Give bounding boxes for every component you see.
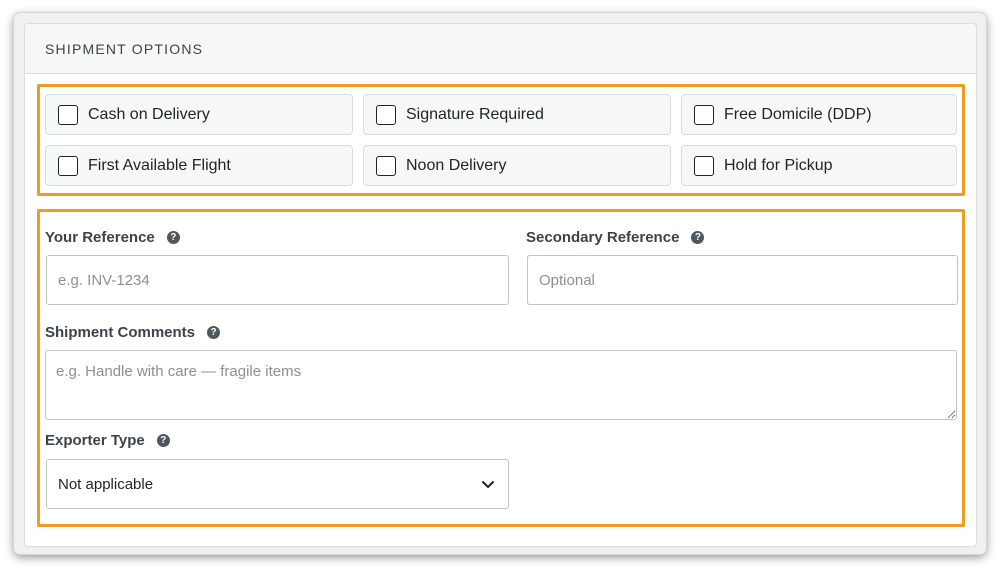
option-free-domicile[interactable]: Free Domicile (DDP) [681, 94, 957, 135]
your-reference-label: Your Reference ? [45, 229, 180, 246]
checkbox-icon[interactable] [58, 104, 78, 125]
option-first-available-flight[interactable]: First Available Flight [45, 145, 353, 186]
option-label: Noon Delivery [406, 156, 507, 174]
exporter-type-label: Exporter Type ? [45, 432, 170, 449]
option-label: First Available Flight [88, 156, 231, 174]
option-label: Cash on Delivery [88, 105, 210, 123]
your-reference-input[interactable] [46, 255, 509, 305]
shipment-comments-label-text: Shipment Comments [45, 324, 196, 341]
checkbox-icon[interactable] [694, 104, 714, 125]
option-hold-for-pickup[interactable]: Hold for Pickup [681, 145, 957, 186]
panel-title: SHIPMENT OPTIONS [45, 40, 204, 57]
shipment-options-panel: SHIPMENT OPTIONS Cash on Delivery Signat… [24, 23, 977, 547]
option-noon-delivery[interactable]: Noon Delivery [363, 145, 671, 186]
secondary-reference-label-text: Secondary Reference [526, 229, 680, 246]
checkbox-icon[interactable] [376, 155, 396, 176]
shipment-comments-label: Shipment Comments ? [45, 324, 221, 341]
your-reference-label-text: Your Reference [45, 229, 155, 246]
help-icon[interactable]: ? [207, 326, 221, 339]
exporter-type-label-text: Exporter Type [45, 432, 145, 449]
checkbox-icon[interactable] [376, 104, 396, 125]
help-icon[interactable]: ? [156, 434, 170, 447]
app-window: SHIPMENT OPTIONS Cash on Delivery Signat… [14, 13, 986, 554]
checkbox-icon[interactable] [694, 155, 714, 176]
checkbox-icon[interactable] [58, 155, 78, 176]
secondary-reference-input[interactable] [527, 255, 958, 305]
exporter-type-select[interactable]: Not applicable [46, 459, 509, 509]
secondary-reference-label: Secondary Reference ? [526, 229, 705, 246]
option-label: Signature Required [406, 105, 544, 123]
help-icon[interactable]: ? [166, 231, 180, 244]
help-icon[interactable]: ? [691, 231, 705, 244]
option-label: Free Domicile (DDP) [724, 105, 872, 123]
option-signature-required[interactable]: Signature Required [363, 94, 671, 135]
shipment-comments-textarea[interactable] [45, 350, 957, 420]
exporter-type-selected-value: Not applicable [58, 475, 154, 493]
chevron-down-icon [482, 481, 494, 488]
option-cash-on-delivery[interactable]: Cash on Delivery [45, 94, 353, 135]
option-label: Hold for Pickup [724, 156, 833, 174]
panel-header: SHIPMENT OPTIONS [25, 24, 976, 74]
